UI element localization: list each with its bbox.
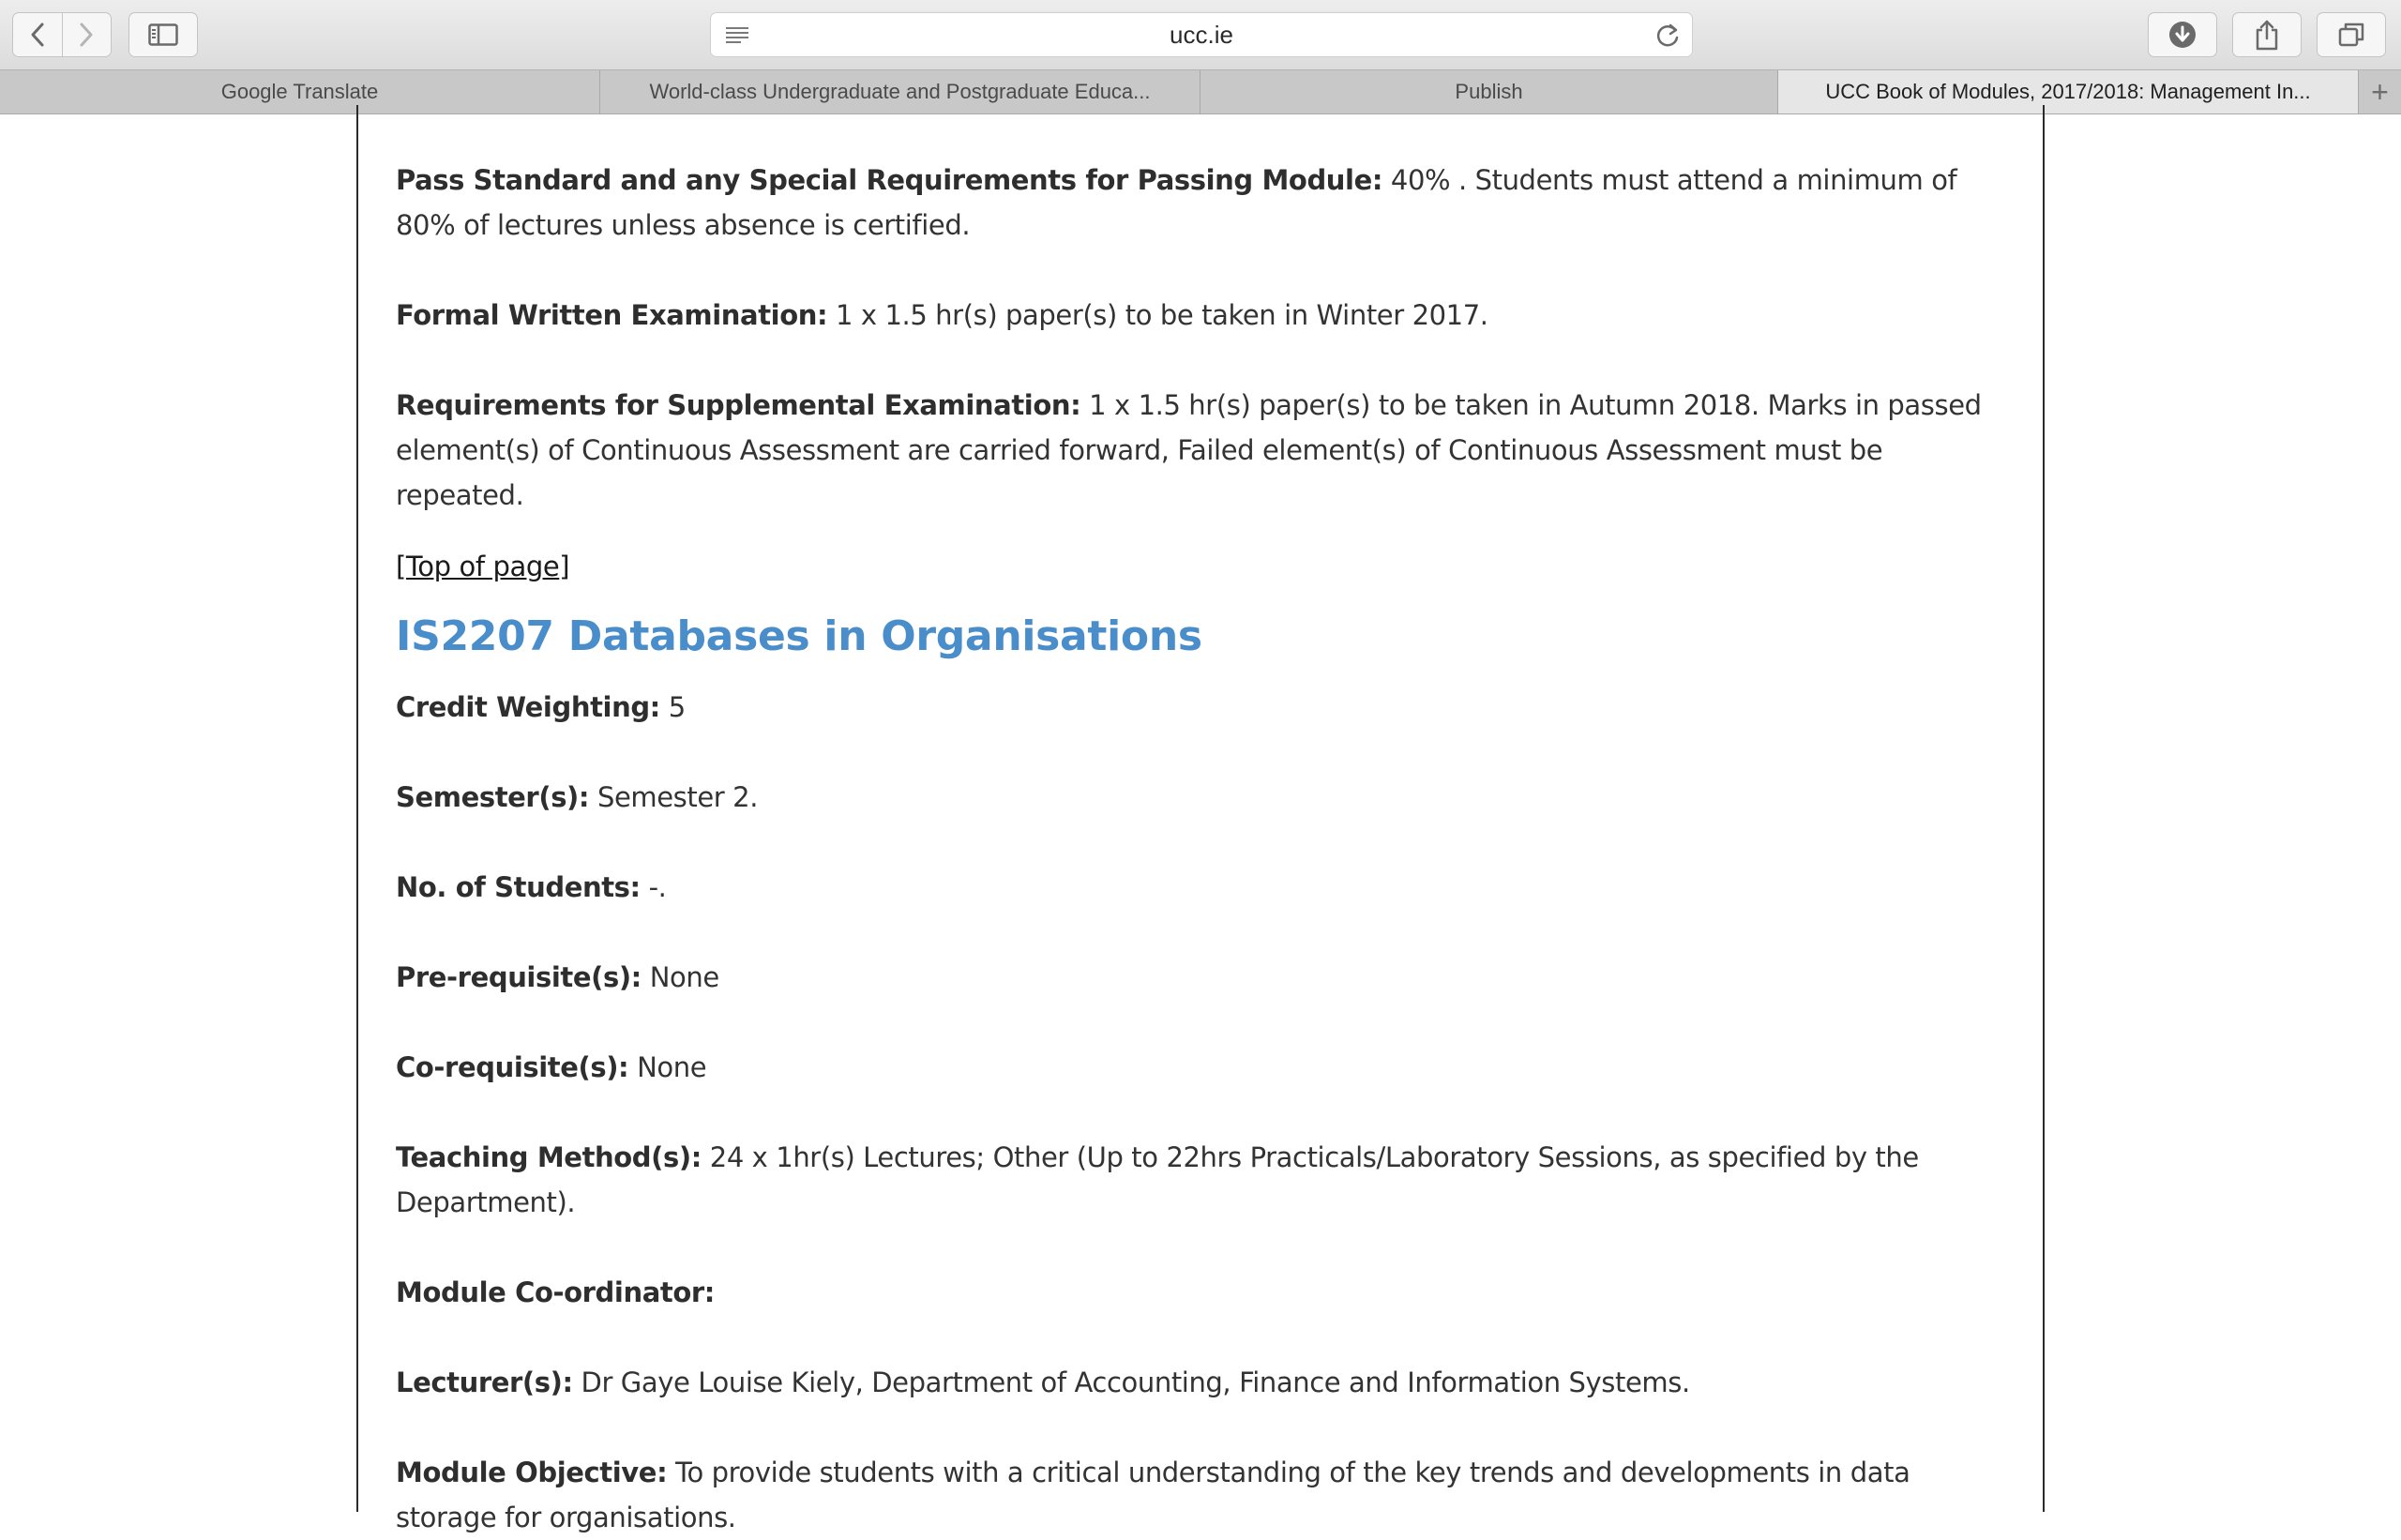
pass-standard: Pass Standard and any Special Requiremen… (396, 158, 2005, 248)
prerequisites-value: None (649, 961, 719, 993)
forward-button[interactable] (61, 13, 111, 56)
chevron-left-icon (31, 23, 44, 47)
sidebar-icon (148, 23, 178, 46)
prerequisites-label: Pre-requisite(s): (396, 961, 642, 993)
number-of-students-value: -. (648, 871, 667, 903)
formal-exam-label: Formal Written Examination: (396, 299, 828, 331)
semesters-label: Semester(s): (396, 781, 590, 813)
module-title: IS2207 Databases in Organisations (396, 612, 1202, 660)
lecturers-value: Dr Gaye Louise Kiely, Department of Acco… (581, 1366, 1691, 1398)
sidebar-toggle-button[interactable] (128, 12, 198, 57)
navigation-buttons (12, 12, 112, 57)
supplemental-exam-label: Requirements for Supplemental Examinatio… (396, 389, 1081, 421)
downloads-button[interactable] (2148, 12, 2217, 57)
number-of-students: No. of Students: -. (396, 865, 2005, 910)
tab-overview-icon (2338, 23, 2364, 47)
page-viewport[interactable]: Pass Standard and any Special Requiremen… (0, 105, 2401, 1533)
corequisites-value: None (637, 1051, 707, 1083)
lecturers-label: Lecturer(s): (396, 1366, 573, 1398)
credit-weighting: Credit Weighting: 5 (396, 685, 2005, 730)
back-button[interactable] (13, 13, 62, 56)
number-of-students-label: No. of Students: (396, 871, 641, 903)
teaching-methods: Teaching Method(s): 24 x 1hr(s) Lectures… (396, 1135, 2005, 1225)
module-objective: Module Objective: To provide students wi… (396, 1450, 2005, 1540)
top-link-open-bracket: [ (396, 551, 406, 582)
formal-exam-value: 1 x 1.5 hr(s) paper(s) to be taken in Wi… (836, 299, 1488, 331)
module-coordinator-label: Module Co-ordinator: (396, 1276, 715, 1308)
module-objective-label: Module Objective: (396, 1457, 668, 1488)
address-bar[interactable]: ucc.ie (710, 12, 1693, 57)
semesters: Semester(s): Semester 2. (396, 775, 2005, 820)
credit-weighting-label: Credit Weighting: (396, 691, 660, 723)
chevron-right-icon (80, 23, 93, 47)
share-button[interactable] (2232, 12, 2302, 57)
lecturers: Lecturer(s): Dr Gaye Louise Kiely, Depar… (396, 1360, 2005, 1405)
new-tab-button[interactable]: + (2359, 70, 2401, 113)
browser-toolbar: ucc.ie (0, 0, 2401, 69)
top-of-page-link[interactable]: Top of page (406, 551, 560, 582)
semesters-value: Semester 2. (596, 781, 759, 813)
credit-weighting-value: 5 (668, 691, 686, 723)
corequisites-label: Co-requisite(s): (396, 1051, 629, 1083)
top-of-page: [Top of page] (396, 544, 2005, 589)
module-coordinator: Module Co-ordinator: (396, 1270, 2005, 1315)
module-content: Pass Standard and any Special Requiremen… (356, 105, 2045, 1533)
teaching-methods-label: Teaching Method(s): (396, 1141, 702, 1173)
share-icon (2256, 20, 2278, 51)
download-icon (2169, 22, 2196, 48)
reload-icon[interactable] (1654, 23, 1681, 49)
supplemental-exam: Requirements for Supplemental Examinatio… (396, 383, 2005, 518)
top-link-close-bracket: ] (559, 551, 570, 582)
pass-standard-label: Pass Standard and any Special Requiremen… (396, 164, 1383, 196)
url-text: ucc.ie (1170, 20, 1233, 49)
prerequisites: Pre-requisite(s): None (396, 955, 2005, 1000)
tab-overview-button[interactable] (2317, 12, 2386, 57)
corequisites: Co-requisite(s): None (396, 1045, 2005, 1090)
formal-exam: Formal Written Examination: 1 x 1.5 hr(s… (396, 293, 2005, 338)
